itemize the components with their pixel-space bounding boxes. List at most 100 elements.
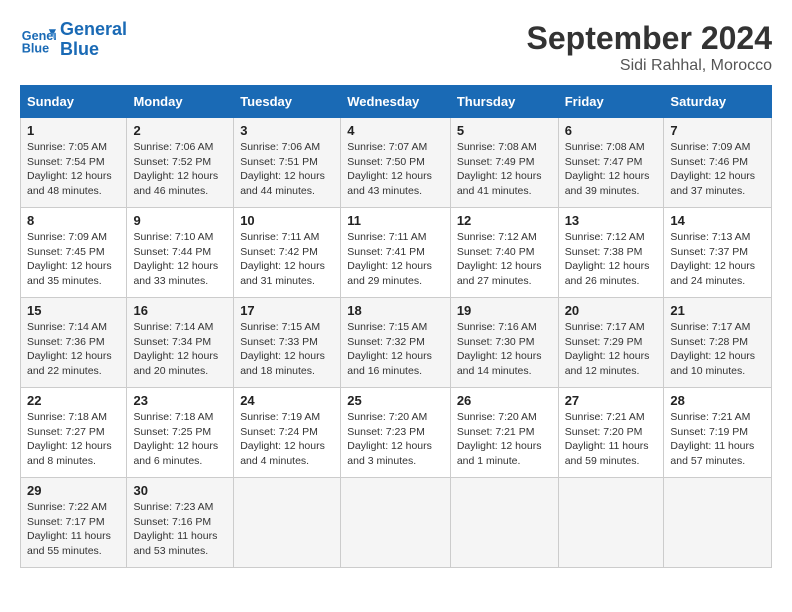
calendar-week-row: 15 Sunrise: 7:14 AM Sunset: 7:36 PM Dayli… (21, 298, 772, 388)
calendar-cell: 6Sunrise: 7:08 AM Sunset: 7:47 PM Daylig… (558, 118, 664, 208)
day-number: 9 (133, 213, 227, 228)
day-info: Sunrise: 7:21 AM Sunset: 7:20 PM Dayligh… (565, 410, 658, 469)
day-info: Sunrise: 7:15 AM Sunset: 7:33 PM Dayligh… (240, 320, 334, 379)
calendar-cell: 7Sunrise: 7:09 AM Sunset: 7:46 PM Daylig… (664, 118, 772, 208)
day-info: Sunrise: 7:10 AM Sunset: 7:44 PM Dayligh… (133, 230, 227, 289)
month-title: September 2024 (527, 20, 772, 57)
day-number: 16 (133, 303, 227, 318)
calendar-cell: 18 Sunrise: 7:15 AM Sunset: 7:32 PM Dayli… (341, 298, 451, 388)
day-number: 4 (347, 123, 444, 138)
calendar-cell: 10 Sunrise: 7:11 AM Sunset: 7:42 PM Dayli… (234, 208, 341, 298)
day-info: Sunrise: 7:11 AM Sunset: 7:42 PM Dayligh… (240, 230, 334, 289)
calendar-week-row: 1 Sunrise: 7:05 AM Sunset: 7:54 PM Daylig… (21, 118, 772, 208)
calendar-cell: 13Sunrise: 7:12 AM Sunset: 7:38 PM Dayli… (558, 208, 664, 298)
calendar-cell (558, 478, 664, 568)
calendar-cell: 16 Sunrise: 7:14 AM Sunset: 7:34 PM Dayli… (127, 298, 234, 388)
day-number: 5 (457, 123, 552, 138)
calendar-cell: 14 Sunrise: 7:13 AM Sunset: 7:37 PM Dayli… (664, 208, 772, 298)
calendar-cell (234, 478, 341, 568)
calendar-cell: 24 Sunrise: 7:19 AM Sunset: 7:24 PM Dayli… (234, 388, 341, 478)
day-info: Sunrise: 7:09 AM Sunset: 7:45 PM Dayligh… (27, 230, 120, 289)
day-info: Sunrise: 7:11 AM Sunset: 7:41 PM Dayligh… (347, 230, 444, 289)
weekday-header: Tuesday (234, 86, 341, 118)
day-number: 18 (347, 303, 444, 318)
logo-line1: General (60, 19, 127, 39)
calendar-cell: 28 Sunrise: 7:21 AM Sunset: 7:19 PM Dayli… (664, 388, 772, 478)
calendar-week-row: 8 Sunrise: 7:09 AM Sunset: 7:45 PM Daylig… (21, 208, 772, 298)
calendar-cell (664, 478, 772, 568)
day-info: Sunrise: 7:22 AM Sunset: 7:17 PM Dayligh… (27, 500, 120, 559)
day-info: Sunrise: 7:18 AM Sunset: 7:25 PM Dayligh… (133, 410, 227, 469)
day-number: 21 (670, 303, 765, 318)
day-number: 27 (565, 393, 658, 408)
calendar-cell: 1 Sunrise: 7:05 AM Sunset: 7:54 PM Daylig… (21, 118, 127, 208)
day-info: Sunrise: 7:15 AM Sunset: 7:32 PM Dayligh… (347, 320, 444, 379)
calendar-cell: 8 Sunrise: 7:09 AM Sunset: 7:45 PM Daylig… (21, 208, 127, 298)
calendar-table: SundayMondayTuesdayWednesdayThursdayFrid… (20, 85, 772, 568)
day-number: 23 (133, 393, 227, 408)
logo-line2: Blue (60, 39, 99, 59)
location-subtitle: Sidi Rahhal, Morocco (527, 57, 772, 75)
weekday-header: Friday (558, 86, 664, 118)
day-number: 28 (670, 393, 765, 408)
day-info: Sunrise: 7:07 AM Sunset: 7:50 PM Dayligh… (347, 140, 444, 199)
day-info: Sunrise: 7:20 AM Sunset: 7:23 PM Dayligh… (347, 410, 444, 469)
calendar-cell (341, 478, 451, 568)
calendar-cell: 5 Sunrise: 7:08 AM Sunset: 7:49 PM Daylig… (450, 118, 558, 208)
day-number: 1 (27, 123, 120, 138)
day-info: Sunrise: 7:12 AM Sunset: 7:40 PM Dayligh… (457, 230, 552, 289)
day-number: 3 (240, 123, 334, 138)
day-number: 12 (457, 213, 552, 228)
calendar-cell: 20 Sunrise: 7:17 AM Sunset: 7:29 PM Dayli… (558, 298, 664, 388)
day-number: 30 (133, 483, 227, 498)
day-number: 29 (27, 483, 120, 498)
day-number: 17 (240, 303, 334, 318)
weekday-header: Saturday (664, 86, 772, 118)
day-info: Sunrise: 7:21 AM Sunset: 7:19 PM Dayligh… (670, 410, 765, 469)
day-number: 20 (565, 303, 658, 318)
day-info: Sunrise: 7:13 AM Sunset: 7:37 PM Dayligh… (670, 230, 765, 289)
calendar-cell (450, 478, 558, 568)
logo: General Blue General Blue (20, 20, 127, 60)
day-info: Sunrise: 7:17 AM Sunset: 7:28 PM Dayligh… (670, 320, 765, 379)
calendar-cell: 27 Sunrise: 7:21 AM Sunset: 7:20 PM Dayli… (558, 388, 664, 478)
page-header: General Blue General Blue September 2024… (20, 20, 772, 75)
logo-text: General Blue (60, 20, 127, 60)
day-info: Sunrise: 7:12 AM Sunset: 7:38 PM Dayligh… (565, 230, 658, 289)
weekday-header: Monday (127, 86, 234, 118)
weekday-header: Sunday (21, 86, 127, 118)
calendar-cell: 15 Sunrise: 7:14 AM Sunset: 7:36 PM Dayli… (21, 298, 127, 388)
title-block: September 2024 Sidi Rahhal, Morocco (527, 20, 772, 75)
day-info: Sunrise: 7:19 AM Sunset: 7:24 PM Dayligh… (240, 410, 334, 469)
calendar-week-row: 22Sunrise: 7:18 AM Sunset: 7:27 PM Dayli… (21, 388, 772, 478)
day-number: 6 (565, 123, 658, 138)
day-info: Sunrise: 7:18 AM Sunset: 7:27 PM Dayligh… (27, 410, 120, 469)
day-number: 19 (457, 303, 552, 318)
calendar-cell: 19Sunrise: 7:16 AM Sunset: 7:30 PM Dayli… (450, 298, 558, 388)
weekday-header: Thursday (450, 86, 558, 118)
day-number: 14 (670, 213, 765, 228)
day-number: 15 (27, 303, 120, 318)
calendar-cell: 2Sunrise: 7:06 AM Sunset: 7:52 PM Daylig… (127, 118, 234, 208)
day-number: 7 (670, 123, 765, 138)
calendar-cell: 29 Sunrise: 7:22 AM Sunset: 7:17 PM Dayli… (21, 478, 127, 568)
calendar-cell: 3Sunrise: 7:06 AM Sunset: 7:51 PM Daylig… (234, 118, 341, 208)
day-info: Sunrise: 7:06 AM Sunset: 7:52 PM Dayligh… (133, 140, 227, 199)
day-info: Sunrise: 7:05 AM Sunset: 7:54 PM Dayligh… (27, 140, 120, 199)
day-info: Sunrise: 7:17 AM Sunset: 7:29 PM Dayligh… (565, 320, 658, 379)
calendar-cell: 12 Sunrise: 7:12 AM Sunset: 7:40 PM Dayli… (450, 208, 558, 298)
day-number: 8 (27, 213, 120, 228)
day-info: Sunrise: 7:23 AM Sunset: 7:16 PM Dayligh… (133, 500, 227, 559)
svg-text:Blue: Blue (22, 41, 49, 55)
day-number: 24 (240, 393, 334, 408)
day-info: Sunrise: 7:14 AM Sunset: 7:34 PM Dayligh… (133, 320, 227, 379)
calendar-cell: 21 Sunrise: 7:17 AM Sunset: 7:28 PM Dayli… (664, 298, 772, 388)
weekday-header-row: SundayMondayTuesdayWednesdayThursdayFrid… (21, 86, 772, 118)
day-info: Sunrise: 7:14 AM Sunset: 7:36 PM Dayligh… (27, 320, 120, 379)
weekday-header: Wednesday (341, 86, 451, 118)
calendar-cell: 25Sunrise: 7:20 AM Sunset: 7:23 PM Dayli… (341, 388, 451, 478)
day-info: Sunrise: 7:08 AM Sunset: 7:49 PM Dayligh… (457, 140, 552, 199)
calendar-cell: 23 Sunrise: 7:18 AM Sunset: 7:25 PM Dayli… (127, 388, 234, 478)
day-number: 10 (240, 213, 334, 228)
day-number: 26 (457, 393, 552, 408)
